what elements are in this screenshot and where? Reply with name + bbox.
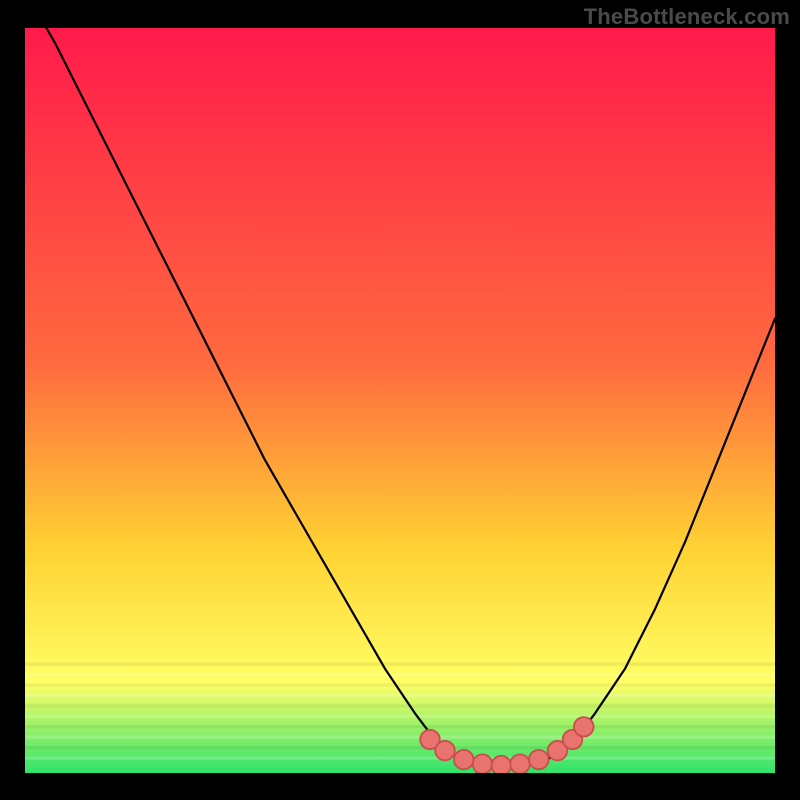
valley-marker	[529, 750, 548, 769]
valley-marker	[574, 717, 593, 736]
gradient-background	[25, 28, 775, 773]
valley-marker	[435, 741, 455, 760]
watermark-text: TheBottleneck.com	[584, 4, 790, 30]
valley-marker	[454, 750, 474, 769]
plot-area	[25, 28, 775, 773]
valley-marker	[473, 754, 493, 773]
bottleneck-chart	[25, 28, 775, 773]
valley-marker	[510, 754, 530, 773]
valley-marker	[492, 756, 512, 773]
chart-frame: TheBottleneck.com	[0, 0, 800, 800]
